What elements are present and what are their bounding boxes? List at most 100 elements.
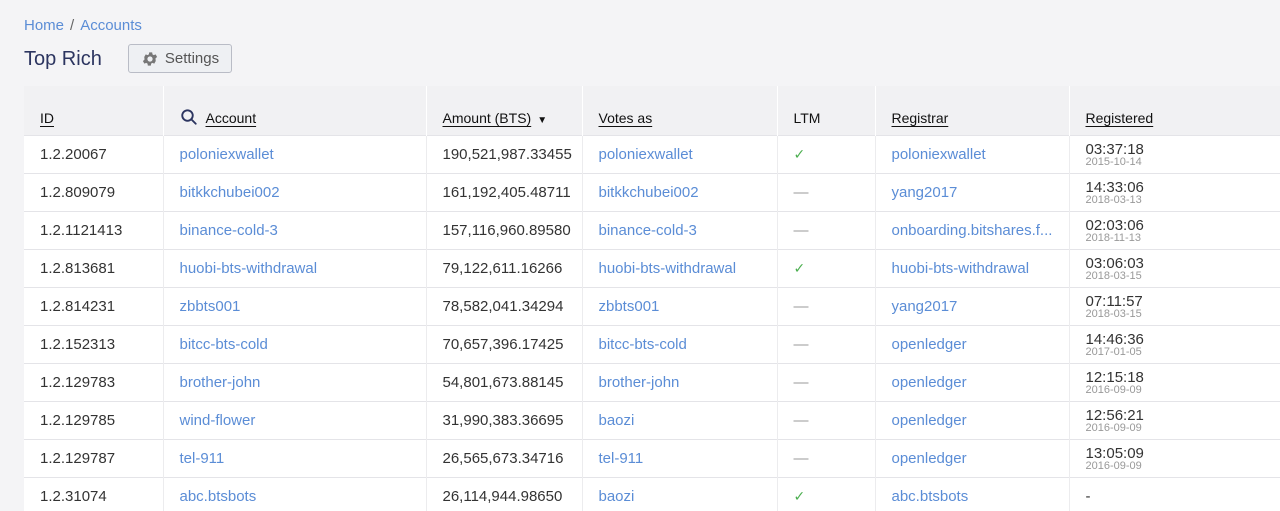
registered-cell: 14:46:36 2017-01-05 (1069, 325, 1280, 364)
page-title: Top Rich (24, 48, 102, 70)
ltm-cell: — (777, 363, 876, 402)
settings-button-label: Settings (164, 50, 220, 67)
account-link[interactable]: poloniexwallet (163, 135, 427, 174)
account-link[interactable]: huobi-bts-withdrawal (163, 249, 427, 288)
ltm-cell: ✓ (777, 135, 876, 174)
registered-date: 2015-10-14 (1085, 155, 1142, 168)
registrar-link[interactable]: openledger (875, 325, 1070, 364)
dash-icon: — (793, 298, 809, 315)
account-link[interactable]: zbbts001 (163, 287, 427, 326)
breadcrumb: Home / Accounts (24, 17, 142, 34)
gear-icon (142, 51, 158, 66)
column-header-votes-as[interactable]: Votes as (582, 86, 778, 136)
votes-as-link[interactable]: binance-cold-3 (582, 211, 778, 250)
amount-value: 78,582,041.34294 (426, 287, 583, 326)
registrar-link[interactable]: abc.btsbots (875, 477, 1070, 511)
registered-cell: 14:33:06 2018-03-13 (1069, 173, 1280, 212)
votes-as-link[interactable]: zbbts001 (582, 287, 778, 326)
account-id: 1.2.813681 (24, 249, 164, 288)
account-link[interactable]: wind-flower (163, 401, 427, 440)
column-header-votes-as-label: Votes as (598, 110, 653, 126)
table-row: 1.2.129787 tel-911 26,565,673.34716 tel-911… (24, 439, 1280, 478)
column-header-account-label: Account (205, 110, 257, 126)
registered-date: 2018-03-15 (1085, 307, 1142, 320)
amount-value: 54,801,673.88145 (426, 363, 583, 402)
registered-date: 2018-03-15 (1085, 269, 1142, 282)
votes-as-link[interactable]: bitkkchubei002 (582, 173, 778, 212)
account-id: 1.2.814231 (24, 287, 164, 326)
table-row: 1.2.1121413 binance-cold-3 157,116,960.895… (24, 211, 1280, 250)
amount-value: 31,990,383.36695 (426, 401, 583, 440)
column-header-amount-label: Amount (BTS) (442, 110, 532, 126)
votes-as-link[interactable]: baozi (582, 401, 778, 440)
amount-value: 70,657,396.17425 (426, 325, 583, 364)
amount-value: 190,521,987.33455 (426, 135, 583, 174)
breadcrumb-accounts-link[interactable]: Accounts (80, 17, 142, 34)
account-link[interactable]: brother-john (163, 363, 427, 402)
votes-as-link[interactable]: brother-john (582, 363, 778, 402)
registered-cell: 03:06:03 2018-03-15 (1069, 249, 1280, 288)
checkmark-icon: ✓ (793, 146, 806, 162)
search-icon[interactable] (180, 108, 198, 126)
ltm-cell: — (777, 173, 876, 212)
registered-cell: 12:15:18 2016-09-09 (1069, 363, 1280, 402)
table-row: 1.2.31074 abc.btsbots 26,114,944.98650 baoz… (24, 477, 1280, 511)
account-id: 1.2.129785 (24, 401, 164, 440)
account-link[interactable]: tel-911 (163, 439, 427, 478)
registrar-link[interactable]: openledger (875, 439, 1070, 478)
amount-value: 157,116,960.89580 (426, 211, 583, 250)
column-header-amount[interactable]: Amount (BTS) ▼ (426, 86, 583, 136)
registered-cell: 13:05:09 2016-09-09 (1069, 439, 1280, 478)
ltm-cell: — (777, 439, 876, 478)
column-header-registrar[interactable]: Registrar (875, 86, 1070, 136)
amount-value: 26,114,944.98650 (426, 477, 583, 511)
column-header-registered-label: Registered (1085, 110, 1154, 126)
table-row: 1.2.129785 wind-flower 31,990,383.36695 bao… (24, 401, 1280, 440)
account-id: 1.2.20067 (24, 135, 164, 174)
sort-descending-icon: ▼ (537, 115, 548, 126)
column-header-account[interactable]: Account (163, 86, 427, 136)
registered-date: 2018-03-13 (1085, 193, 1142, 206)
breadcrumb-separator: / (70, 17, 75, 34)
votes-as-link[interactable]: baozi (582, 477, 778, 511)
registered-cell: 02:03:06 2018-11-13 (1069, 211, 1280, 250)
registrar-link[interactable]: yang2017 (875, 173, 1070, 212)
ltm-cell: — (777, 211, 876, 250)
registered-time: - (1085, 488, 1091, 505)
account-link[interactable]: bitkkchubei002 (163, 173, 427, 212)
checkmark-icon: ✓ (793, 260, 806, 276)
votes-as-link[interactable]: poloniexwallet (582, 135, 778, 174)
votes-as-link[interactable]: bitcc-bts-cold (582, 325, 778, 364)
registrar-link[interactable]: yang2017 (875, 287, 1070, 326)
registrar-link[interactable]: poloniexwallet (875, 135, 1070, 174)
ltm-cell: — (777, 401, 876, 440)
registered-cell: 03:37:18 2015-10-14 (1069, 135, 1280, 174)
settings-button[interactable]: Settings (128, 44, 232, 73)
registered-cell: 12:56:21 2016-09-09 (1069, 401, 1280, 440)
amount-value: 79,122,611.16266 (426, 249, 583, 288)
table-row: 1.2.20067 poloniexwallet 190,521,987.33455… (24, 135, 1280, 174)
dash-icon: — (793, 222, 809, 239)
registered-time: 03:06:03 (1085, 254, 1144, 272)
column-header-ltm-label: LTM (793, 110, 821, 126)
account-link[interactable]: bitcc-bts-cold (163, 325, 427, 364)
ltm-cell: — (777, 325, 876, 364)
account-id: 1.2.152313 (24, 325, 164, 364)
registrar-link[interactable]: openledger (875, 401, 1070, 440)
column-header-registered[interactable]: Registered (1069, 86, 1280, 136)
registered-time: 07:11:57 (1085, 292, 1143, 310)
account-link[interactable]: binance-cold-3 (163, 211, 427, 250)
account-id: 1.2.1121413 (24, 211, 164, 250)
registrar-link[interactable]: huobi-bts-withdrawal (875, 249, 1070, 288)
column-header-id-label: ID (40, 110, 54, 126)
votes-as-link[interactable]: tel-911 (582, 439, 778, 478)
column-header-id[interactable]: ID (24, 86, 164, 136)
registered-time: 14:46:36 (1085, 330, 1144, 348)
account-link[interactable]: abc.btsbots (163, 477, 427, 511)
votes-as-link[interactable]: huobi-bts-withdrawal (582, 249, 778, 288)
table-row: 1.2.809079 bitkkchubei002 161,192,405.4871… (24, 173, 1280, 212)
registrar-link[interactable]: openledger (875, 363, 1070, 402)
dash-icon: — (793, 184, 809, 201)
registrar-link[interactable]: onboarding.bitshares.f... (875, 211, 1070, 250)
breadcrumb-home-link[interactable]: Home (24, 17, 64, 34)
